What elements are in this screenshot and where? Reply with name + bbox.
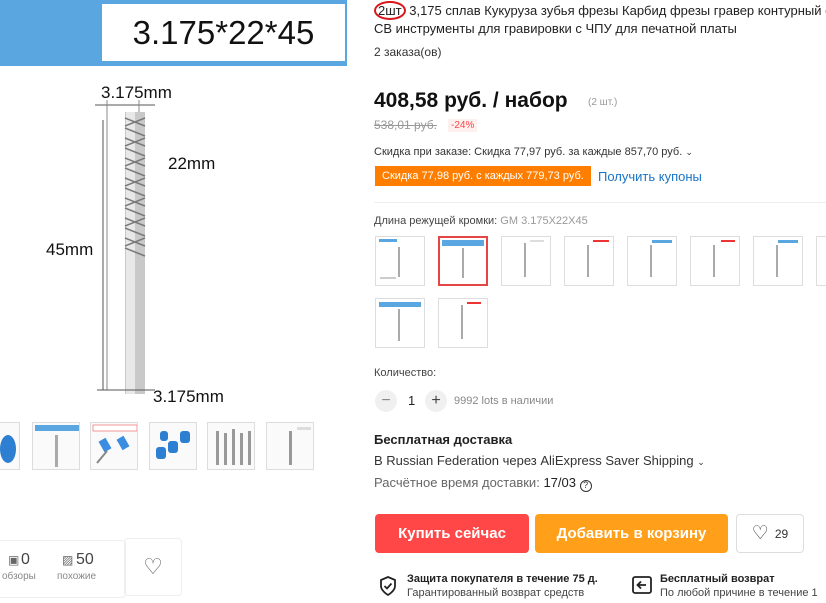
reviews-label: обзоры — [2, 571, 36, 582]
gallery-thumbnail[interactable] — [0, 422, 20, 470]
wishlist-count: 29 — [774, 526, 789, 541]
banner-size-label: 3.175*22*45 — [102, 4, 345, 61]
variant-option[interactable] — [690, 236, 740, 286]
variant-option[interactable] — [816, 236, 826, 286]
coupon-badge: Скидка 77,98 руб. с каждых 779,73 руб. — [375, 166, 591, 186]
shipping-title: Бесплатная доставка — [374, 432, 513, 447]
camera-icon: ▣ — [8, 553, 20, 567]
dimension-top-label: 3.175mm — [101, 83, 172, 102]
stock-info: 9992 lots в наличии — [454, 395, 554, 407]
title-highlight: 2шт — [374, 1, 406, 20]
thumb-image — [0, 435, 16, 463]
delivery-label: Расчётное время доставки: — [374, 475, 540, 490]
shipping-desc: В Russian Federation через AliExpress Sa… — [374, 453, 694, 468]
orders-count: 2 заказа(ов) — [374, 45, 442, 59]
similar-icon: ▨ — [62, 553, 74, 567]
return-title: Бесплатный возврат — [660, 573, 775, 585]
gallery-action-bar — [0, 540, 126, 598]
gallery-thumbnail[interactable] — [32, 422, 80, 470]
discount-badge: -24% — [448, 119, 478, 132]
end-mill-drawing — [95, 100, 155, 394]
old-price: 538,01 руб. — [374, 118, 437, 132]
variant-image — [650, 240, 672, 277]
variant-option[interactable] — [438, 298, 488, 348]
variant-image — [461, 302, 481, 339]
variant-option[interactable] — [564, 236, 614, 286]
product-details: 2шт 3,175 сплав Кукуруза зубья фрезы Кар… — [355, 0, 826, 603]
thumb-image — [156, 431, 190, 459]
shield-check-icon — [379, 576, 397, 601]
delivery-estimate: Расчётное время доставки: 17/03 ? — [374, 475, 592, 492]
divider — [374, 202, 826, 203]
quantity-label: Количество: — [374, 367, 437, 379]
product-gallery: 3.175*22*45 3.175mm 22mm 45mm 3.175mm ▣ … — [0, 0, 355, 603]
dimension-left-label: 45mm — [46, 240, 94, 259]
price: 408,58 руб. / набор — [374, 89, 568, 112]
variant-option[interactable] — [627, 236, 677, 286]
order-discount-label: Скидка при заказе: Скидка 77,97 руб. за … — [374, 146, 683, 158]
chevron-down-icon: ⌄ — [697, 457, 705, 467]
heart-icon: ♡ — [143, 554, 163, 579]
chevron-down-icon: ⌄ — [685, 147, 693, 157]
get-coupons-link[interactable]: Получить купоны — [598, 169, 702, 184]
variant-option[interactable] — [501, 236, 551, 286]
variant-image — [817, 237, 826, 285]
image-banner: 3.175*22*45 — [0, 0, 347, 66]
variant-image — [379, 239, 400, 279]
dimension-bottom-label: 3.175mm — [153, 387, 224, 406]
thumb-image — [289, 427, 311, 465]
heart-icon: ♡ — [751, 523, 769, 544]
variant-image — [713, 240, 735, 277]
gallery-thumbnail[interactable] — [266, 422, 314, 470]
price-unit: (2 шт.) — [588, 97, 618, 108]
gallery-thumbnail[interactable] — [90, 422, 138, 470]
delivery-date: 17/03 — [543, 475, 576, 490]
cut-length-label: Длина режущей кромки: — [374, 215, 498, 227]
product-title-line2: СВ инструменты для гравировки с ЧПУ для … — [374, 21, 737, 36]
quantity-increase-button[interactable]: + — [425, 390, 447, 412]
variant-option[interactable] — [375, 236, 425, 286]
cut-length-value: GM 3.175X22X45 — [500, 215, 588, 227]
add-to-cart-button[interactable]: Добавить в корзину — [535, 514, 728, 553]
quantity-decrease-button[interactable]: − — [375, 390, 397, 412]
return-subtitle: По любой причине в течение 1 — [660, 587, 818, 599]
variant-option[interactable] — [375, 298, 425, 348]
gallery-thumbnail[interactable] — [207, 422, 255, 470]
buy-now-button[interactable]: Купить сейчас — [375, 514, 529, 553]
dimension-mid-label: 22mm — [168, 154, 216, 173]
order-discount-text[interactable]: Скидка при заказе: Скидка 77,97 руб. за … — [374, 146, 693, 158]
protection-title: Защита покупателя в течение 75 д. — [407, 573, 598, 585]
help-icon[interactable]: ? — [579, 480, 592, 492]
wishlist-button[interactable]: ♡ 29 — [736, 514, 804, 553]
similar-count[interactable]: 50 — [76, 551, 94, 569]
return-icon — [632, 576, 652, 599]
reviews-count[interactable]: 0 — [21, 551, 30, 569]
shipping-method[interactable]: В Russian Federation через AliExpress Sa… — [374, 453, 705, 468]
variant-image — [379, 302, 421, 341]
thumb-image — [216, 429, 251, 465]
thumb-image — [92, 424, 137, 464]
variant-image — [442, 240, 484, 278]
cut-length-row: Длина режущей кромки: GM 3.175X22X45 — [374, 215, 588, 227]
variant-option[interactable] — [753, 236, 803, 286]
thumb-image — [35, 425, 79, 467]
gallery-wishlist-button[interactable]: ♡ — [124, 538, 182, 596]
protection-subtitle: Гарантированный возврат средств — [407, 587, 585, 599]
quantity-value[interactable]: 1 — [408, 393, 415, 408]
title-text: 3,175 сплав Кукуруза зубья фрезы Карбид … — [405, 3, 826, 18]
variant-option-selected[interactable] — [438, 236, 488, 286]
similar-label: похожие — [57, 571, 97, 582]
variant-image — [587, 240, 609, 277]
variant-image — [524, 240, 544, 277]
gallery-thumbnail[interactable] — [149, 422, 197, 470]
product-title-line1: 2шт 3,175 сплав Кукуруза зубья фрезы Кар… — [374, 1, 826, 20]
variant-image — [776, 240, 798, 277]
